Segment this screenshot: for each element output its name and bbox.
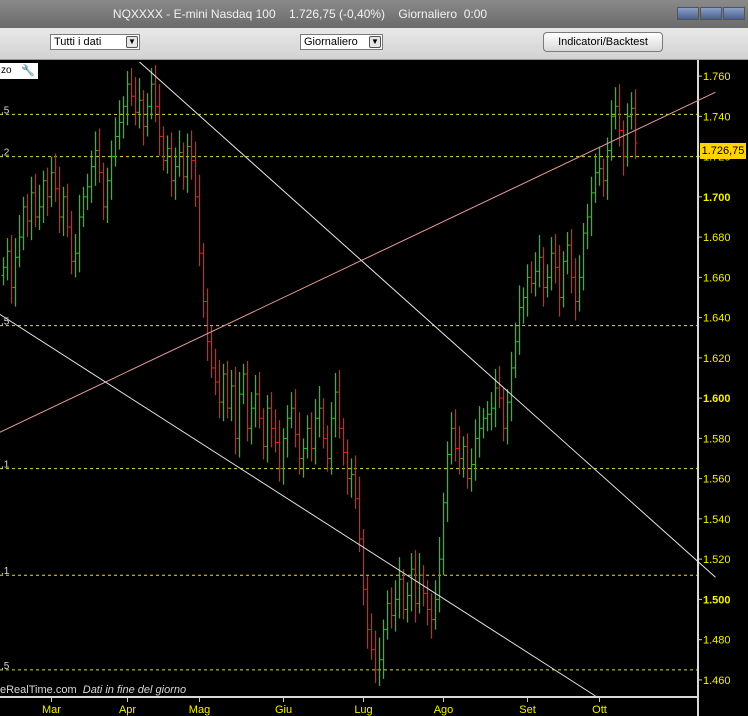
period-select[interactable]: Giornaliero ▼ (300, 34, 383, 50)
y-tick-label: 1.500 (703, 594, 731, 606)
x-tick-label: Mar (42, 704, 61, 716)
y-tick-label: 1.740 (703, 111, 731, 123)
y-tick-label: 1.540 (703, 514, 731, 526)
indicators-backtest-button[interactable]: Indicatori/Backtest (543, 32, 663, 52)
maximize-button[interactable] (700, 7, 722, 20)
wrench-icon[interactable]: 🔧 (21, 63, 35, 79)
y-tick-label: 1.480 (703, 635, 731, 647)
footer-note: Dati in fine del giorno (82, 684, 187, 696)
time-axis-border (0, 696, 697, 698)
toolbar: Tutti i dati ▼ Giornaliero ▼ Indicatori/… (0, 28, 748, 60)
chart-canvas: ,5,2,5,1,1,51.4601.4801.5001.5201.5401.5… (0, 60, 731, 716)
y-tick-label: 1.600 (703, 393, 731, 405)
chart-footer: eRealTime.com Dati in fine del giorno (0, 684, 186, 696)
x-tick-label: Giu (275, 704, 292, 716)
y-tick-label: 1.660 (703, 272, 731, 284)
y-tick-label: 1.620 (703, 353, 731, 365)
title-bar: NQXXXX - E-mini Nasdaq 100 1.726,75 (-0,… (0, 0, 748, 28)
y-tick-label: 1.700 (703, 192, 731, 204)
x-tick-label: Apr (119, 704, 136, 716)
y-tick-label: 1.640 (703, 313, 731, 325)
x-tick-label: Lug (354, 704, 372, 716)
fib-level-label: ,5 (1, 661, 10, 672)
x-tick-label: Ago (434, 704, 454, 716)
fib-level-label: ,2 (1, 148, 10, 159)
price-chart: ,5,2,5,1,1,5 1.460 1.480 1.500 1.520 1.540 1.5… (0, 60, 748, 716)
trendline-channel-upper (139, 61, 716, 578)
x-tick-label: Ott (592, 704, 607, 716)
footer-source: eRealTime.com (0, 684, 77, 696)
data-range-select[interactable]: Tutti i dati ▼ (50, 34, 140, 50)
data-range-select-value: Tutti i dati (54, 36, 102, 48)
y-tick-label: 1.560 (703, 474, 731, 486)
period-select-value: Giornaliero (304, 36, 358, 48)
y-tick-label: 1.460 (703, 675, 731, 687)
chevron-down-icon[interactable]: ▼ (126, 36, 138, 48)
close-button[interactable] (723, 7, 745, 20)
y-tick-label: 1.520 (703, 554, 731, 566)
y-tick-label: 1.680 (703, 232, 731, 244)
fib-level-label: ,5 (1, 105, 10, 116)
current-price-label: 1.726,75 (700, 143, 746, 159)
fib-level-label: ,1 (1, 566, 10, 577)
minimize-button[interactable] (677, 7, 699, 20)
y-tick-label: 1.580 (703, 433, 731, 445)
fib-level-label: ,1 (1, 460, 10, 471)
y-tick-label: 1.760 (703, 71, 731, 83)
window-title: NQXXXX - E-mini Nasdaq 100 1.726,75 (-0,… (112, 7, 488, 21)
chart-header-chip[interactable]: zo 🔧 (0, 63, 38, 79)
chevron-down-icon[interactable]: ▼ (369, 36, 381, 48)
x-tick-label: Set (519, 704, 536, 716)
trendline-channel-lower (0, 313, 596, 697)
price-axis-border (697, 60, 699, 716)
x-tick-label: Mag (189, 704, 210, 716)
chart-header-label: zo (1, 65, 12, 76)
